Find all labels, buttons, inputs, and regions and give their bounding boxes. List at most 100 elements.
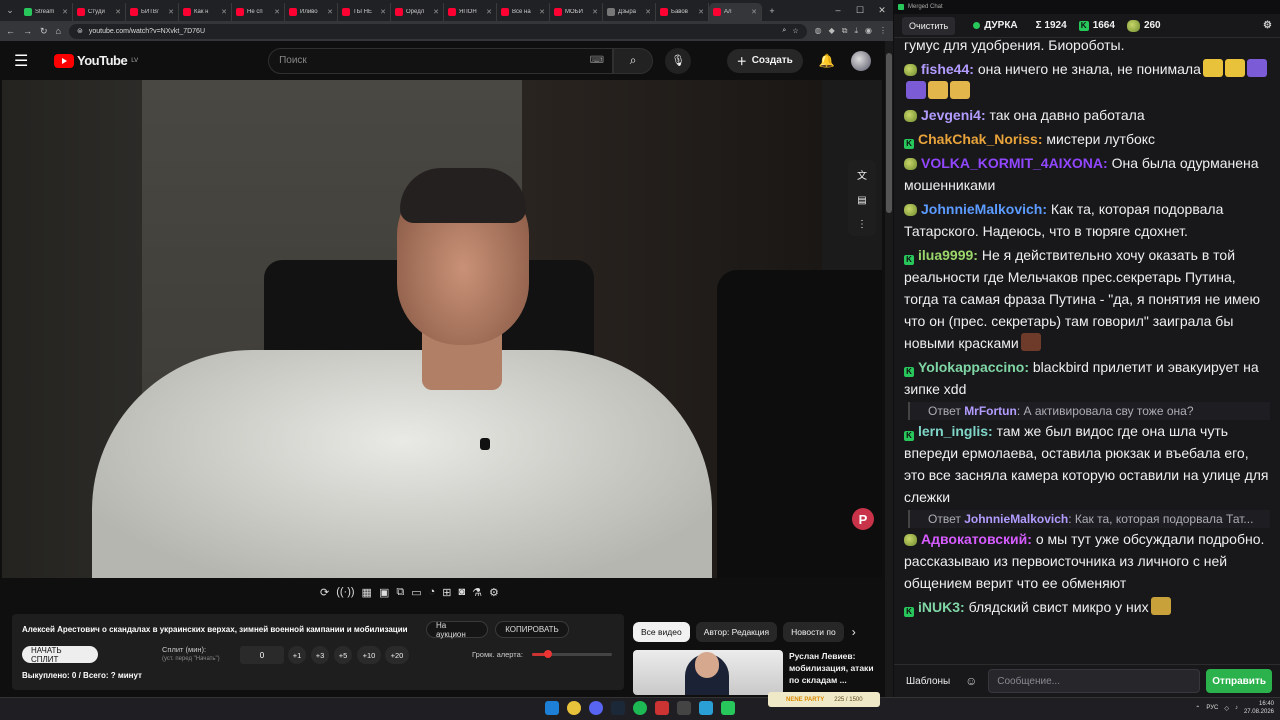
screenshot-icon[interactable]: ◙ xyxy=(459,586,466,604)
templates-button[interactable]: Шаблоны xyxy=(902,676,954,687)
home-icon[interactable]: ⌂ xyxy=(56,26,61,36)
maximize-icon[interactable]: ☐ xyxy=(849,5,871,16)
page-scrollbar[interactable] xyxy=(885,41,893,697)
chat-username[interactable]: lern_inglis xyxy=(918,423,988,439)
tab-close-icon[interactable]: ✕ xyxy=(592,8,598,16)
chat-message-input[interactable] xyxy=(988,669,1201,693)
copy-button[interactable]: КОПИРОВАТЬ xyxy=(495,621,569,638)
emoji-icon[interactable]: ☺ xyxy=(960,674,982,688)
auction-button[interactable]: На аукцион xyxy=(426,621,488,639)
chat-username[interactable]: VOLKA_KORMIT_4AIXONA xyxy=(921,155,1103,171)
chat-username[interactable]: Адвокатовский xyxy=(921,531,1027,547)
split-increment-button[interactable]: +10 xyxy=(357,646,381,664)
send-button[interactable]: Отправить xyxy=(1206,669,1272,693)
telegram-icon[interactable] xyxy=(699,701,713,715)
extension-icon[interactable]: ◍ xyxy=(815,26,822,36)
video-player[interactable]: P xyxy=(2,80,882,578)
browser-tab[interactable]: Stream ✕ xyxy=(20,3,73,21)
tab-search-icon[interactable]: ⌄ xyxy=(0,0,20,21)
nene-party-widget[interactable]: NENE PARTY 225 / 1500 xyxy=(768,692,880,707)
puzzle-icon[interactable]: ⧉ xyxy=(842,26,848,36)
reply-context[interactable]: Ответ MrFortun: А активировала сву тоже … xyxy=(908,402,1270,420)
zoom-icon[interactable]: ⌕ xyxy=(782,27,786,35)
tab-close-icon[interactable]: ✕ xyxy=(221,8,227,16)
search-button[interactable]: ⌕ xyxy=(613,47,654,74)
tab-close-icon[interactable]: ✕ xyxy=(115,8,121,16)
lab-icon[interactable]: ⚗ xyxy=(472,586,482,604)
discord-icon[interactable] xyxy=(589,701,603,715)
split-increment-button[interactable]: +20 xyxy=(385,646,409,664)
browser-tab[interactable]: ТЫ НЕ ✕ xyxy=(338,3,391,21)
split-minutes-input[interactable]: 0 xyxy=(240,646,284,664)
browser-tab[interactable]: Как н ✕ xyxy=(179,3,232,21)
bookmark-icon[interactable]: ☆ xyxy=(792,27,798,35)
filter-icon[interactable]: ▦ xyxy=(362,586,372,604)
add-icon[interactable]: ⊞ xyxy=(442,586,451,604)
search-input[interactable]: Поиск ⌨ xyxy=(268,47,614,74)
subtitles-icon[interactable]: ▤ xyxy=(857,195,866,206)
new-tab-button[interactable]: + xyxy=(762,0,782,21)
menu-icon[interactable]: ⋮ xyxy=(879,26,887,36)
settings-gear-icon[interactable]: ⚙ xyxy=(1263,20,1272,31)
forward-icon[interactable]: → xyxy=(23,26,32,36)
chat-username[interactable]: Yolokappaccino xyxy=(918,359,1024,375)
network-icon[interactable]: ◇ xyxy=(1224,705,1229,712)
chrome-icon[interactable] xyxy=(567,701,581,715)
language-indicator[interactable]: РУС xyxy=(1206,705,1218,711)
url-field[interactable]: ⊜ youtube.com/watch?v=NXvkt_7D76U ⌕ ☆ xyxy=(68,23,807,39)
merged-chat-icon[interactable] xyxy=(721,701,735,715)
settings-gear-icon[interactable]: ⚙ xyxy=(489,586,499,604)
browser-tab[interactable]: Иливо ✕ xyxy=(285,3,338,21)
minimize-icon[interactable]: – xyxy=(827,5,849,16)
browser-tab[interactable]: Оредл ✕ xyxy=(391,3,444,21)
pip-icon[interactable]: ⧉ xyxy=(396,586,404,604)
browser-tab[interactable]: Студи ✕ xyxy=(73,3,126,21)
more-options-icon[interactable]: ⋮ xyxy=(857,219,867,230)
voice-search-button[interactable]: 🎙 xyxy=(665,47,692,74)
site-info-icon[interactable]: ⊜ xyxy=(77,27,83,35)
reload-icon[interactable]: ↻ xyxy=(40,26,48,37)
volume-icon[interactable]: ♪ xyxy=(1235,705,1238,711)
reply-context[interactable]: Ответ JohnnieMalkovich: Как та, которая … xyxy=(908,510,1270,528)
tab-close-icon[interactable]: ✕ xyxy=(168,8,174,16)
spotify-icon[interactable] xyxy=(633,701,647,715)
youtube-logo[interactable]: YouTube LV xyxy=(54,53,138,68)
chat-username[interactable]: JohnnieMalkovich xyxy=(921,201,1042,217)
alert-volume-slider[interactable] xyxy=(532,650,612,658)
hamburger-menu-icon[interactable]: ☰ xyxy=(14,51,46,71)
filter-chip[interactable]: Автор: Редакция xyxy=(695,622,778,642)
create-button[interactable]: ＋ Создать xyxy=(726,48,803,73)
browser-tab[interactable]: Ал ✕ xyxy=(709,3,762,21)
app-icon[interactable] xyxy=(677,701,691,715)
recommended-video-thumbnail[interactable] xyxy=(633,650,783,695)
broadcast-icon[interactable]: ((·)) xyxy=(336,586,354,604)
notifications-bell-icon[interactable]: 🔔 xyxy=(819,53,835,69)
keyboard-icon[interactable]: ⌨ xyxy=(590,55,604,66)
tab-close-icon[interactable]: ✕ xyxy=(698,8,704,16)
volume-knob[interactable] xyxy=(544,650,552,658)
filter-chip[interactable]: Новости по xyxy=(783,622,844,642)
browser-tab[interactable]: Бавов ✕ xyxy=(656,3,709,21)
chat-username[interactable]: Jevgeni4 xyxy=(921,107,981,123)
chat-username[interactable]: iNUK3 xyxy=(918,599,960,615)
start-menu-icon[interactable] xyxy=(545,701,559,715)
captions-icon[interactable]: ▭ xyxy=(411,586,421,604)
loop-icon[interactable]: ⟳ xyxy=(320,586,329,604)
chevron-right-icon[interactable]: › xyxy=(852,622,856,642)
close-icon[interactable]: ✕ xyxy=(871,5,893,16)
avatar[interactable] xyxy=(851,50,871,71)
chat-messages[interactable]: гумус для удобрения. Биороботы. fishe44:… xyxy=(904,34,1270,660)
split-increment-button[interactable]: +1 xyxy=(288,646,306,664)
app-icon[interactable] xyxy=(655,701,669,715)
clear-chat-button[interactable]: Очистить xyxy=(902,16,956,35)
recommended-video-title[interactable]: Руслан Левиев: мобилизация, атаки по скл… xyxy=(789,650,885,686)
start-split-button[interactable]: НАЧАТЬ СПЛИТ xyxy=(22,646,98,664)
browser-tab[interactable]: Все на ✕ xyxy=(497,3,550,21)
browser-tab[interactable]: МОБИ ✕ xyxy=(550,3,603,21)
filter-chip[interactable]: Все видео xyxy=(633,622,690,642)
browser-tab[interactable]: Дзыра ✕ xyxy=(603,3,656,21)
clock[interactable]: 16:40 27.08.2026 xyxy=(1244,700,1274,716)
split-increment-button[interactable]: +3 xyxy=(311,646,329,664)
tab-close-icon[interactable]: ✕ xyxy=(62,8,68,16)
tab-close-icon[interactable]: ✕ xyxy=(327,8,333,16)
